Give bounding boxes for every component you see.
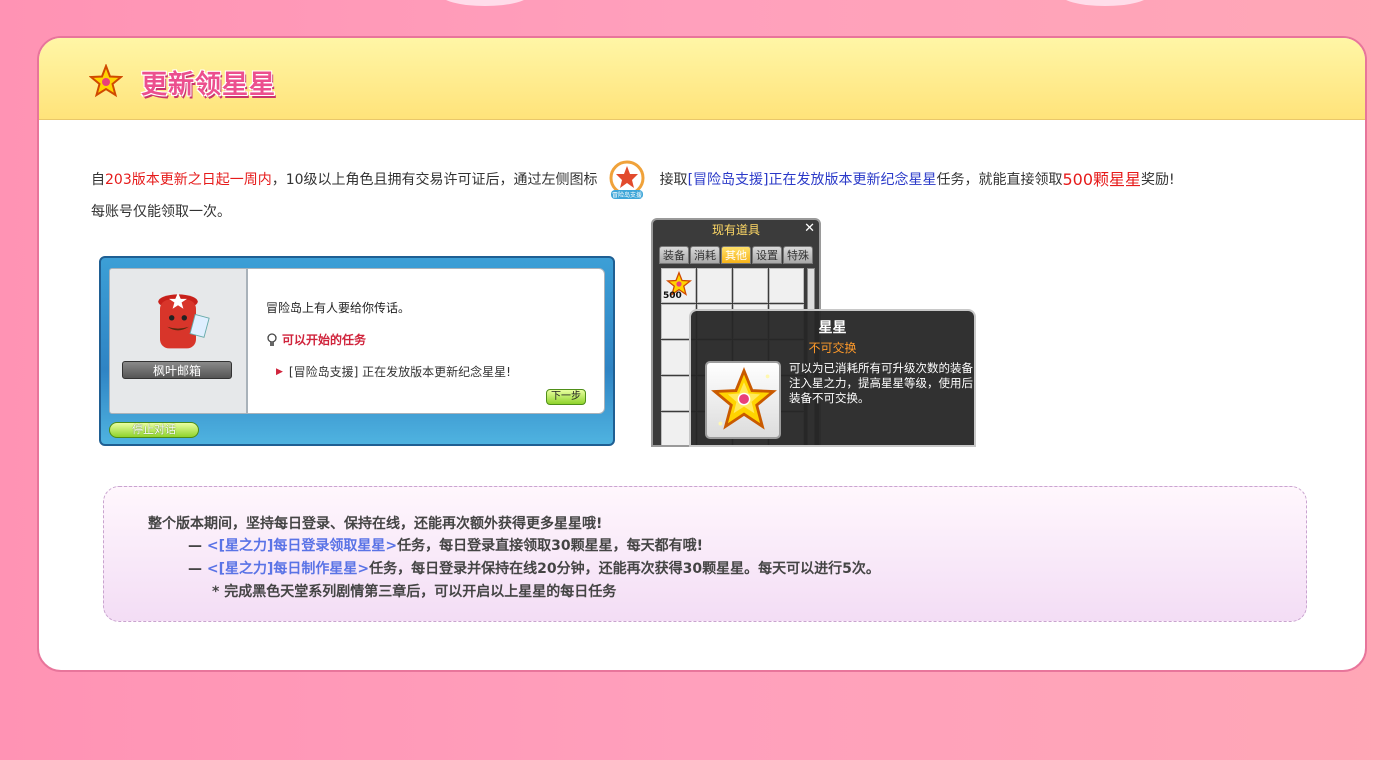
- npc-portrait-panel: 枫叶邮箱: [109, 268, 247, 414]
- inventory-slot[interactable]: [697, 268, 732, 303]
- inventory-title: 现有道具: [711, 223, 760, 237]
- lightbulb-icon: [267, 332, 277, 346]
- decor-shape-right: [1060, 0, 1150, 6]
- npc-text-panel: 冒险岛上有人要给你传话。 可以开始的任务 ▶ [冒险岛支援] 正在发放版本更新纪…: [247, 268, 605, 414]
- tab-special[interactable]: 特殊: [783, 246, 813, 264]
- daily-login-quest-link[interactable]: <[星之力]每日登录领取星星>: [207, 538, 397, 554]
- next-button[interactable]: 下一步: [546, 389, 586, 405]
- item-tooltip: 星星 不可交换 可以为已消耗所有可升级次数的装备注入星之力，提高星星等级，使用后…: [689, 309, 976, 447]
- quest-link[interactable]: [冒险岛支援]正在发放版本更新纪念星星: [688, 168, 937, 192]
- daily-bonus-box: 整个版本期间，坚持每日登录、保持在线，还能再次额外获得更多星星哦! — <[星之…: [103, 486, 1307, 622]
- inventory-slot[interactable]: [733, 268, 768, 303]
- inventory-tabs: 装备 消耗 其他 设置 特殊: [659, 246, 813, 264]
- maple-support-icon[interactable]: 冒险岛支援: [608, 160, 646, 200]
- bonus-title: 整个版本期间，坚持每日登录、保持在线，还能再次额外获得更多星星哦!: [148, 516, 603, 532]
- mailbox-npc-icon: [158, 292, 210, 349]
- intro-line-1: 自 203版本更新之日起一周内 ，10级以上角色且拥有交易许可证后，通过左侧图标 冒…: [91, 160, 1175, 200]
- panel-header: 更新领星星: [39, 38, 1365, 120]
- daily-craft-quest-link[interactable]: <[星之力]每日制作星星>: [207, 561, 369, 577]
- intro-line-2: 每账号仅能领取一次。: [91, 204, 231, 220]
- item-name: 星星: [818, 320, 847, 336]
- npc-name: 枫叶邮箱: [122, 361, 232, 379]
- bonus-note: * 完成黑色天堂系列剧情第三章后，可以开启以上星星的每日任务: [212, 584, 617, 600]
- reward-amount: 500颗星星: [1062, 170, 1142, 189]
- star-icon: [89, 64, 123, 98]
- item-count: 500: [663, 291, 682, 301]
- tab-etc[interactable]: 其他: [721, 246, 751, 264]
- event-panel: 更新领星星 自 203版本更新之日起一周内 ，10级以上角色且拥有交易许可证后，通过…: [37, 36, 1367, 672]
- item-description: 可以为已消耗所有可升级次数的装备注入星之力，提高星星等级，使用后装备不可交换。: [789, 361, 973, 405]
- page-title: 更新领星星: [141, 70, 277, 100]
- item-tradability: 不可交换: [808, 341, 857, 355]
- close-icon[interactable]: ✕: [804, 221, 815, 236]
- support-icon-label: 冒险岛支援: [612, 191, 642, 199]
- decor-shape-left: [440, 0, 530, 6]
- tab-setup[interactable]: 设置: [752, 246, 782, 264]
- quest-list-item[interactable]: ▶ [冒险岛支援] 正在发放版本更新纪念星星!: [276, 363, 511, 380]
- item-image: [705, 361, 781, 439]
- stop-dialog-button[interactable]: 停止对话: [109, 422, 199, 438]
- inventory-slot[interactable]: [769, 268, 804, 303]
- bonus-line-1: — <[星之力]每日登录领取星星>任务，每日登录直接领取30颗星星，每天都有哦!: [188, 538, 704, 554]
- tab-consume[interactable]: 消耗: [690, 246, 720, 264]
- quest-header: 可以开始的任务: [266, 331, 366, 348]
- bonus-line-2: — <[星之力]每日制作星星>任务，每日登录并保持在线20分钟，还能再次获得30…: [188, 561, 880, 577]
- tab-equip[interactable]: 装备: [659, 246, 689, 264]
- arrow-right-icon: ▶: [276, 366, 283, 377]
- inventory-slot-star[interactable]: 500: [661, 268, 696, 303]
- intro-text: 自 203版本更新之日起一周内 ，10级以上角色且拥有交易许可证后，通过左侧图标 冒…: [91, 160, 1175, 224]
- star-item-icon: [711, 367, 777, 430]
- npc-dialog: 枫叶邮箱 冒险岛上有人要给你传话。 可以开始的任务 ▶ [冒险岛支援] 正在发放…: [99, 256, 615, 446]
- npc-line: 冒险岛上有人要给你传话。: [266, 301, 411, 315]
